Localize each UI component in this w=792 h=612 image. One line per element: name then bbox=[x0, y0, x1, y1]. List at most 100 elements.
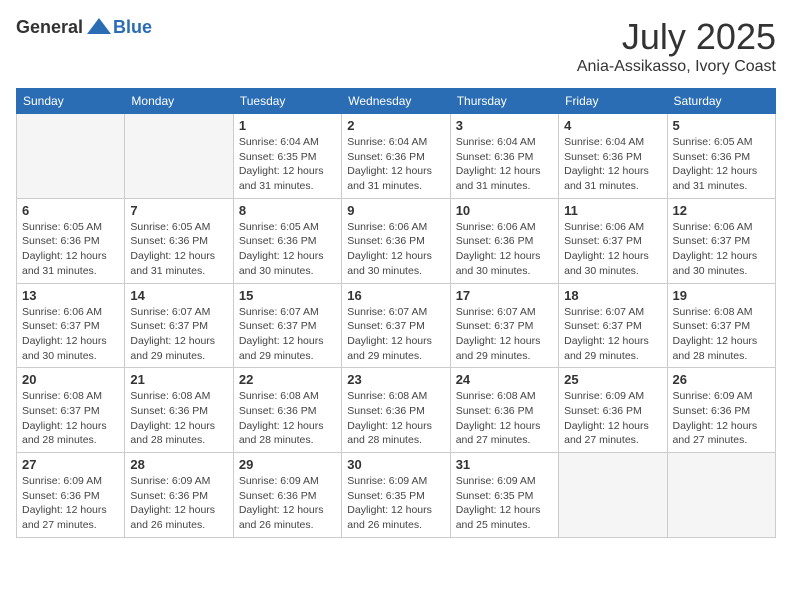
calendar-cell: 21Sunrise: 6:08 AMSunset: 6:36 PMDayligh… bbox=[125, 368, 233, 453]
day-number: 29 bbox=[239, 457, 336, 472]
day-number: 23 bbox=[347, 372, 444, 387]
day-info: Sunrise: 6:06 AMSunset: 6:37 PMDaylight:… bbox=[564, 220, 661, 279]
calendar-cell bbox=[125, 114, 233, 199]
calendar-cell: 13 Sunrise: 6:06 AMSunset: 6:37 PMDayligh… bbox=[17, 283, 125, 368]
weekday-header-friday: Friday bbox=[559, 89, 667, 114]
logo: General Blue bbox=[16, 16, 152, 38]
day-info: Sunrise: 6:07 AMSunset: 6:37 PMDaylight:… bbox=[130, 305, 227, 364]
day-number: 8 bbox=[239, 203, 336, 218]
day-number: 26 bbox=[673, 372, 770, 387]
calendar-cell: 19Sunrise: 6:08 AMSunset: 6:37 PMDayligh… bbox=[667, 283, 775, 368]
day-number: 9 bbox=[347, 203, 444, 218]
day-number: 4 bbox=[564, 118, 661, 133]
day-info: Sunrise: 6:05 AMSunset: 6:36 PMDaylight:… bbox=[239, 220, 336, 279]
day-number: 24 bbox=[456, 372, 553, 387]
calendar-cell: 2 Sunrise: 6:04 AMSunset: 6:36 PMDaylight… bbox=[342, 114, 450, 199]
day-info: Sunrise: 6:09 AMSunset: 6:35 PMDaylight:… bbox=[456, 474, 553, 533]
day-number: 2 bbox=[347, 118, 444, 133]
weekday-header-sunday: Sunday bbox=[17, 89, 125, 114]
day-info: Sunrise: 6:07 AMSunset: 6:37 PMDaylight:… bbox=[347, 305, 444, 364]
day-number: 5 bbox=[673, 118, 770, 133]
day-info: Sunrise: 6:08 AMSunset: 6:36 PMDaylight:… bbox=[347, 389, 444, 448]
calendar-cell: 6Sunrise: 6:05 AMSunset: 6:36 PMDaylight… bbox=[17, 198, 125, 283]
calendar-cell: 24 Sunrise: 6:08 AMSunset: 6:36 PMDayligh… bbox=[450, 368, 558, 453]
day-info: Sunrise: 6:08 AMSunset: 6:37 PMDaylight:… bbox=[22, 389, 119, 448]
calendar-cell: 31 Sunrise: 6:09 AMSunset: 6:35 PMDayligh… bbox=[450, 453, 558, 538]
day-info: Sunrise: 6:09 AMSunset: 6:35 PMDaylight:… bbox=[347, 474, 444, 533]
calendar-cell: 12 Sunrise: 6:06 AMSunset: 6:37 PMDayligh… bbox=[667, 198, 775, 283]
calendar-cell: 17 Sunrise: 6:07 AMSunset: 6:37 PMDayligh… bbox=[450, 283, 558, 368]
day-number: 31 bbox=[456, 457, 553, 472]
day-info: Sunrise: 6:06 AMSunset: 6:37 PMDaylight:… bbox=[673, 220, 770, 279]
day-info: Sunrise: 6:05 AMSunset: 6:36 PMDaylight:… bbox=[22, 220, 119, 279]
day-info: Sunrise: 6:04 AMSunset: 6:36 PMDaylight:… bbox=[347, 135, 444, 194]
day-number: 14 bbox=[130, 288, 227, 303]
day-number: 18 bbox=[564, 288, 661, 303]
day-number: 11 bbox=[564, 203, 661, 218]
day-info: Sunrise: 6:04 AMSunset: 6:35 PMDaylight:… bbox=[239, 135, 336, 194]
day-number: 27 bbox=[22, 457, 119, 472]
calendar-cell bbox=[17, 114, 125, 199]
day-number: 12 bbox=[673, 203, 770, 218]
day-number: 28 bbox=[130, 457, 227, 472]
day-number: 17 bbox=[456, 288, 553, 303]
calendar-cell: 16 Sunrise: 6:07 AMSunset: 6:37 PMDayligh… bbox=[342, 283, 450, 368]
day-info: Sunrise: 6:08 AMSunset: 6:37 PMDaylight:… bbox=[673, 305, 770, 364]
calendar-cell bbox=[667, 453, 775, 538]
calendar-cell: 26Sunrise: 6:09 AMSunset: 6:36 PMDayligh… bbox=[667, 368, 775, 453]
day-info: Sunrise: 6:09 AMSunset: 6:36 PMDaylight:… bbox=[22, 474, 119, 533]
day-number: 3 bbox=[456, 118, 553, 133]
day-info: Sunrise: 6:09 AMSunset: 6:36 PMDaylight:… bbox=[564, 389, 661, 448]
calendar-cell: 30 Sunrise: 6:09 AMSunset: 6:35 PMDayligh… bbox=[342, 453, 450, 538]
day-number: 21 bbox=[130, 372, 227, 387]
day-number: 13 bbox=[22, 288, 119, 303]
day-number: 1 bbox=[239, 118, 336, 133]
weekday-header-thursday: Thursday bbox=[450, 89, 558, 114]
day-info: Sunrise: 6:08 AMSunset: 6:36 PMDaylight:… bbox=[456, 389, 553, 448]
day-number: 30 bbox=[347, 457, 444, 472]
calendar-cell: 3 Sunrise: 6:04 AMSunset: 6:36 PMDaylight… bbox=[450, 114, 558, 199]
logo-blue-text: Blue bbox=[113, 17, 152, 38]
month-title: July 2025 bbox=[577, 16, 776, 58]
calendar-week-row: 1 Sunrise: 6:04 AMSunset: 6:35 PMDaylight… bbox=[17, 114, 776, 199]
weekday-header-tuesday: Tuesday bbox=[233, 89, 341, 114]
calendar-cell: 25 Sunrise: 6:09 AMSunset: 6:36 PMDayligh… bbox=[559, 368, 667, 453]
calendar-cell: 27 Sunrise: 6:09 AMSunset: 6:36 PMDayligh… bbox=[17, 453, 125, 538]
page-header: General Blue July 2025 Ania-Assikasso, I… bbox=[16, 16, 776, 76]
calendar-header-row: SundayMondayTuesdayWednesdayThursdayFrid… bbox=[17, 89, 776, 114]
day-info: Sunrise: 6:07 AMSunset: 6:37 PMDaylight:… bbox=[456, 305, 553, 364]
calendar-cell: 1 Sunrise: 6:04 AMSunset: 6:35 PMDaylight… bbox=[233, 114, 341, 199]
weekday-header-monday: Monday bbox=[125, 89, 233, 114]
day-number: 15 bbox=[239, 288, 336, 303]
calendar-cell: 8 Sunrise: 6:05 AMSunset: 6:36 PMDaylight… bbox=[233, 198, 341, 283]
day-info: Sunrise: 6:06 AMSunset: 6:37 PMDaylight:… bbox=[22, 305, 119, 364]
logo-icon bbox=[85, 16, 113, 38]
day-number: 22 bbox=[239, 372, 336, 387]
day-info: Sunrise: 6:04 AMSunset: 6:36 PMDaylight:… bbox=[456, 135, 553, 194]
day-number: 25 bbox=[564, 372, 661, 387]
day-number: 20 bbox=[22, 372, 119, 387]
day-number: 10 bbox=[456, 203, 553, 218]
calendar-cell: 29Sunrise: 6:09 AMSunset: 6:36 PMDayligh… bbox=[233, 453, 341, 538]
calendar-cell: 9 Sunrise: 6:06 AMSunset: 6:36 PMDaylight… bbox=[342, 198, 450, 283]
day-info: Sunrise: 6:06 AMSunset: 6:36 PMDaylight:… bbox=[456, 220, 553, 279]
calendar-cell: 10 Sunrise: 6:06 AMSunset: 6:36 PMDayligh… bbox=[450, 198, 558, 283]
calendar-cell: 4Sunrise: 6:04 AMSunset: 6:36 PMDaylight… bbox=[559, 114, 667, 199]
day-info: Sunrise: 6:06 AMSunset: 6:36 PMDaylight:… bbox=[347, 220, 444, 279]
weekday-header-wednesday: Wednesday bbox=[342, 89, 450, 114]
day-info: Sunrise: 6:07 AMSunset: 6:37 PMDaylight:… bbox=[564, 305, 661, 364]
calendar-cell: 23 Sunrise: 6:08 AMSunset: 6:36 PMDayligh… bbox=[342, 368, 450, 453]
day-info: Sunrise: 6:07 AMSunset: 6:37 PMDaylight:… bbox=[239, 305, 336, 364]
calendar-week-row: 27 Sunrise: 6:09 AMSunset: 6:36 PMDayligh… bbox=[17, 453, 776, 538]
calendar-cell: 28Sunrise: 6:09 AMSunset: 6:36 PMDayligh… bbox=[125, 453, 233, 538]
calendar-week-row: 20 Sunrise: 6:08 AMSunset: 6:37 PMDayligh… bbox=[17, 368, 776, 453]
location-title: Ania-Assikasso, Ivory Coast bbox=[577, 58, 776, 76]
calendar-cell: 7Sunrise: 6:05 AMSunset: 6:36 PMDaylight… bbox=[125, 198, 233, 283]
day-info: Sunrise: 6:08 AMSunset: 6:36 PMDaylight:… bbox=[239, 389, 336, 448]
weekday-header-saturday: Saturday bbox=[667, 89, 775, 114]
calendar-cell: 15 Sunrise: 6:07 AMSunset: 6:37 PMDayligh… bbox=[233, 283, 341, 368]
calendar-cell: 22 Sunrise: 6:08 AMSunset: 6:36 PMDayligh… bbox=[233, 368, 341, 453]
day-info: Sunrise: 6:05 AMSunset: 6:36 PMDaylight:… bbox=[130, 220, 227, 279]
day-number: 16 bbox=[347, 288, 444, 303]
calendar-cell: 14 Sunrise: 6:07 AMSunset: 6:37 PMDayligh… bbox=[125, 283, 233, 368]
